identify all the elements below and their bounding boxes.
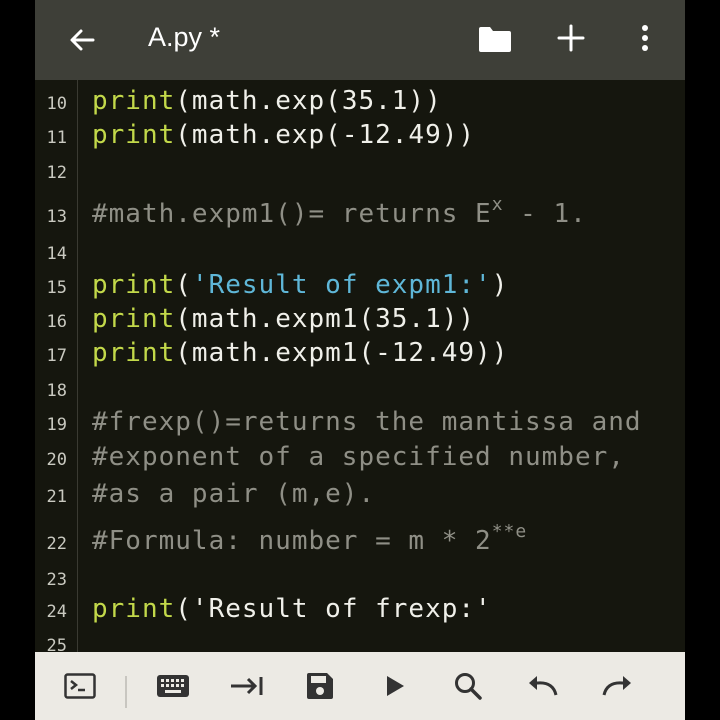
line-number: 15 <box>46 278 67 298</box>
code-line: 12 <box>35 153 685 187</box>
code-editor[interactable]: 10 print(math.exp(35.1)) 11 print(math.e… <box>35 80 685 652</box>
keyboard-icon[interactable] <box>155 670 191 702</box>
code-line: 13 #math.expm1()= returns Ex - 1. <box>35 194 685 231</box>
top-app-bar: A.py * <box>35 0 685 80</box>
code-text: print(math.expm1(-12.49)) <box>92 338 509 368</box>
line-number: 25 <box>46 636 67 652</box>
code-line: 15 print('Result of expm1:') <box>35 268 685 302</box>
code-line: 25 <box>35 626 685 652</box>
code-comment: #frexp()=returns the mantissa and <box>92 407 642 437</box>
app-frame: A.py * 10 print(math.exp(35.1)) 11 print… <box>35 0 685 720</box>
code-comment: #Formula: number = m * 2**e <box>92 521 528 556</box>
code-text: print('Result of frexp:' <box>92 594 492 624</box>
line-number: 20 <box>46 450 67 470</box>
line-number: 22 <box>46 534 67 554</box>
code-text: print('Result of expm1:') <box>92 270 509 300</box>
code-line: 21 #as a pair (m,e). <box>35 477 685 511</box>
code-line: 18 <box>35 371 685 405</box>
folder-icon[interactable] <box>477 24 513 58</box>
line-number: 23 <box>46 570 67 590</box>
back-arrow-icon[interactable] <box>65 22 101 58</box>
code-comment: #math.expm1()= returns Ex - 1. <box>92 194 587 229</box>
line-number: 17 <box>46 346 67 366</box>
code-text: print(math.exp(35.1)) <box>92 86 442 116</box>
code-line: 23 <box>35 560 685 594</box>
line-number: 10 <box>46 94 67 114</box>
terminal-icon[interactable] <box>62 670 98 702</box>
code-line: 19 #frexp()=returns the mantissa and <box>35 405 685 439</box>
line-number: 24 <box>46 602 67 622</box>
code-line: 17 print(math.expm1(-12.49)) <box>35 336 685 370</box>
code-line: 20 #exponent of a specified number, <box>35 440 685 474</box>
toolbar-divider <box>125 676 127 708</box>
line-number: 13 <box>46 207 67 227</box>
line-number: 11 <box>46 128 67 148</box>
line-number: 14 <box>46 244 67 264</box>
line-number: 19 <box>46 415 67 435</box>
redo-icon[interactable] <box>599 670 635 702</box>
code-line: 16 print(math.expm1(35.1)) <box>35 302 685 336</box>
code-line: 24 print('Result of frexp:' <box>35 592 685 626</box>
file-title: A.py * <box>148 22 221 52</box>
run-icon[interactable] <box>377 670 413 702</box>
code-comment: #as a pair (m,e). <box>92 479 376 509</box>
line-number: 18 <box>46 381 67 401</box>
line-number: 12 <box>46 163 67 183</box>
code-comment: #exponent of a specified number, <box>92 442 625 472</box>
code-line: 11 print(math.exp(-12.49)) <box>35 118 685 152</box>
code-text: print(math.exp(-12.49)) <box>92 120 476 150</box>
code-line: 14 <box>35 234 685 268</box>
tab-indent-icon[interactable] <box>229 670 265 702</box>
code-line: 22 #Formula: number = m * 2**e <box>35 521 685 558</box>
code-text: print(math.expm1(35.1)) <box>92 304 476 334</box>
code-line: 10 print(math.exp(35.1)) <box>35 84 685 118</box>
search-icon[interactable] <box>450 670 486 702</box>
line-number: 16 <box>46 312 67 332</box>
more-vertical-icon[interactable] <box>637 22 653 58</box>
save-icon[interactable] <box>302 670 338 702</box>
plus-icon[interactable] <box>555 22 587 58</box>
undo-icon[interactable] <box>525 670 561 702</box>
line-number: 21 <box>46 487 67 507</box>
bottom-toolbar <box>35 652 685 720</box>
